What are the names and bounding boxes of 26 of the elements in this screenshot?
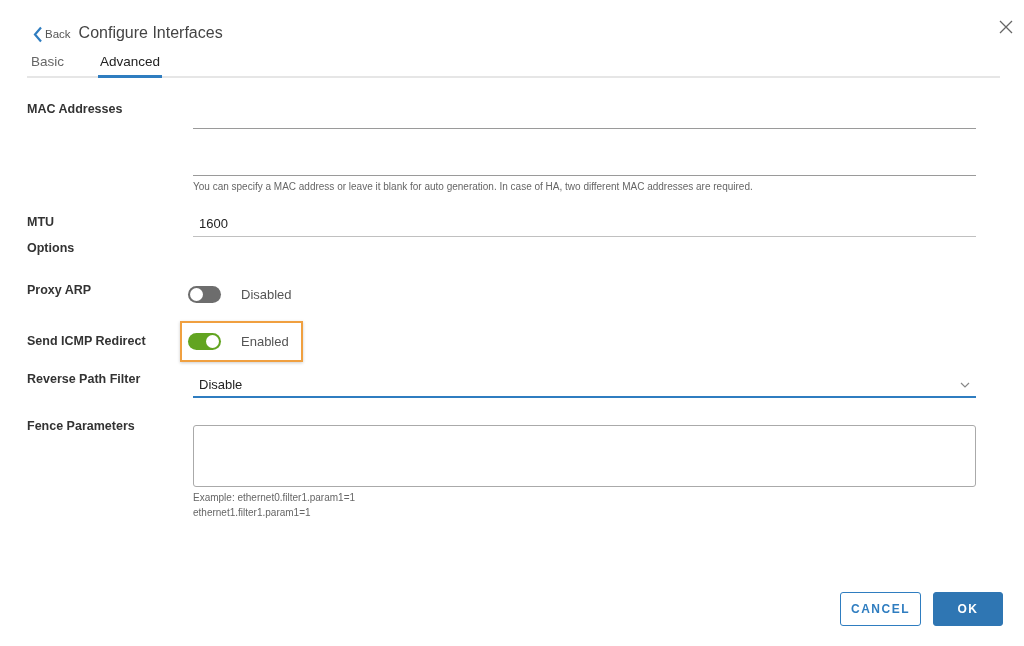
hint-text: Example: ethernet0.filter1.param1=1: [193, 492, 356, 503]
ok-button[interactable]: OK: [933, 592, 1003, 626]
field-label: Fence Parameters: [27, 419, 136, 435]
field-label: Reverse Path Filter: [27, 372, 142, 388]
toggle-state-text: Enabled: [241, 334, 289, 349]
back-link[interactable]: Back: [33, 25, 71, 43]
dropdown[interactable]: Disable: [193, 374, 976, 398]
dialog-title: Configure Interfaces: [78, 24, 223, 42]
chevron-down-icon: [960, 381, 970, 388]
field-label: Proxy ARP: [27, 282, 93, 297]
toggle-switch[interactable]: [188, 333, 221, 350]
section-heading: Options: [27, 241, 76, 255]
tab[interactable]: Basic: [29, 54, 66, 78]
chevron-left-icon: [33, 25, 43, 43]
input-field[interactable]: 1600: [193, 211, 976, 237]
cancel-button[interactable]: CANCEL: [840, 592, 921, 626]
field-label: MTU: [27, 215, 56, 231]
field-label: Send ICMP Redirect: [27, 333, 147, 348]
text-area[interactable]: [193, 425, 976, 487]
field-label: MAC Addresses: [27, 102, 124, 118]
hint-text: ethernet1.filter1.param1=1: [193, 507, 311, 518]
toggle-switch[interactable]: [188, 286, 221, 303]
hint-text: You can specify a MAC address or leave it blank for auto generation. In case of HA, two different MAC addresses are required.: [193, 181, 753, 192]
close-icon[interactable]: [999, 20, 1013, 34]
tab[interactable]: Advanced: [98, 54, 163, 78]
toggle-state-text: Disabled: [241, 287, 292, 302]
